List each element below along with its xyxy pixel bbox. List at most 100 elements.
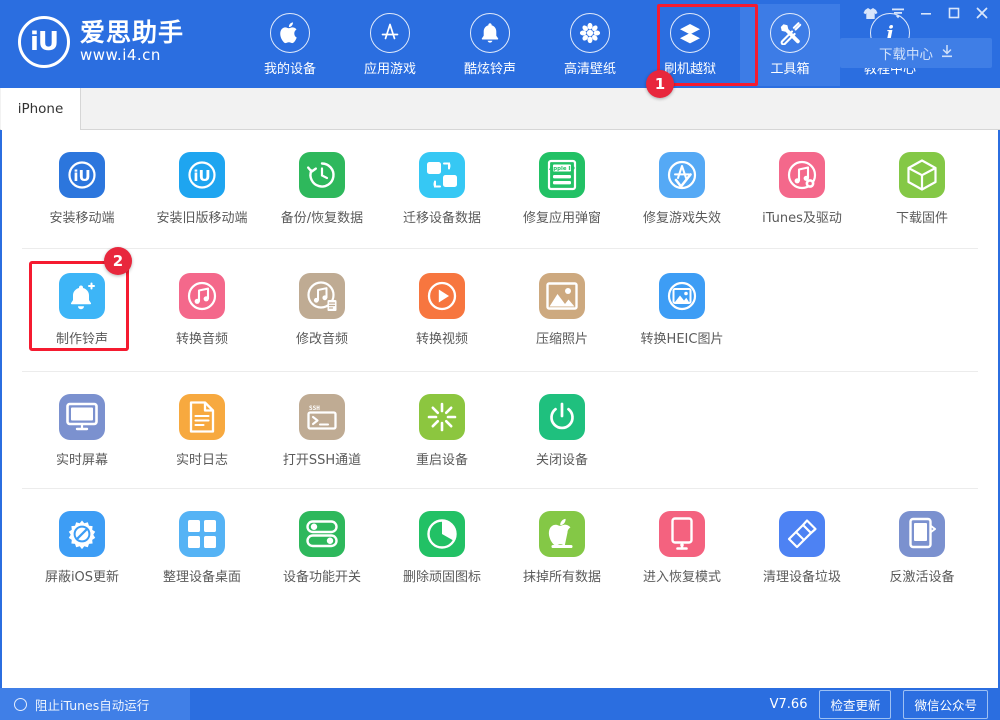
tool-item-label: 安装旧版移动端 [156,207,247,226]
apple-icon [270,13,310,53]
tool-item[interactable]: iTunes及驱动 [742,152,862,226]
nav-item-1[interactable]: 应用游戏 [340,4,440,86]
broom-icon [779,511,825,557]
tool-item-label: 删除顽固图标 [403,566,481,585]
nav-item-3[interactable]: 高清壁纸 [540,4,640,86]
menu-icon[interactable] [884,2,912,24]
bell-icon [470,13,510,53]
toolbox-row-0: iU 安装移动端 iU 安装旧版移动端 备份/恢复数据 迁移设备数据 Apple ID修复应… [2,130,998,248]
tool-item-label: 下载固件 [896,207,948,226]
tool-item[interactable]: 迁移设备数据 [382,152,502,226]
device-tabstrip: iPhone [0,88,1000,130]
heic-convert-icon [659,273,705,319]
block-itunes-toggle[interactable]: 阻止iTunes自动运行 [0,688,190,720]
toolbox-row-1: 制作铃声转换音频 修改音频 转换视频 压缩照片转换HEIC图片 [2,249,998,371]
window-controls [856,2,996,24]
tool-item-label: 转换HEIC图片 [641,328,724,347]
tool-item-label: 转换视频 [416,328,468,347]
close-icon[interactable] [968,2,996,24]
nav-item-label: 刷机越狱 [664,58,716,77]
status-bar-right: V7.66 检查更新 微信公众号 [770,688,988,720]
tool-item-label: 实时屏幕 [56,449,108,468]
tool-item-label: 进入恢复模式 [643,566,721,585]
nav-item-0[interactable]: 我的设备 [240,4,340,86]
tool-item[interactable]: 屏蔽iOS更新 [22,511,142,585]
apple-erase-icon [539,511,585,557]
tool-item[interactable]: 转换HEIC图片 [622,273,742,347]
tool-item[interactable]: iU 安装移动端 [22,152,142,226]
step-badge-1: 1 [646,70,674,98]
box-open-icon [670,13,710,53]
phone-recovery-icon [659,511,705,557]
svg-text:iU: iU [73,167,90,185]
tool-item[interactable]: iU 安装旧版移动端 [142,152,262,226]
tool-item-label: 重启设备 [416,449,468,468]
log-file-icon [179,394,225,440]
tool-item[interactable]: 转换音频 [142,273,262,347]
maximize-icon[interactable] [940,2,968,24]
i4-app-old-icon: iU [179,152,225,198]
toolbox-row-2: 实时屏幕 实时日志 SSH打开SSH通道重启设备 关闭设备 [2,372,998,488]
tool-item-label: 转换音频 [176,328,228,347]
minimize-icon[interactable] [912,2,940,24]
tool-item[interactable]: 压缩照片 [502,273,622,347]
brand-logo[interactable]: iU 爱思助手 www.i4.cn [18,16,184,68]
tool-item[interactable]: 实时日志 [142,394,262,468]
tool-item[interactable]: 备份/恢复数据 [262,152,382,226]
tool-item[interactable]: 整理设备桌面 [142,511,262,585]
gear-block-icon [59,511,105,557]
tool-item[interactable]: 下载固件 [862,152,982,226]
wechat-button[interactable]: 微信公众号 [903,690,988,719]
tool-item[interactable]: 设备功能开关 [262,511,382,585]
video-play-icon [419,273,465,319]
tool-item[interactable]: 转换视频 [382,273,502,347]
itunes-gear-icon [779,152,825,198]
tool-item[interactable]: 重启设备 [382,394,502,468]
tool-item-label: 整理设备桌面 [163,566,241,585]
tool-item[interactable]: 修改音频 [262,273,382,347]
phone-deactivate-icon [899,511,945,557]
tool-item[interactable]: 制作铃声 [22,273,142,347]
tool-item-label: iTunes及驱动 [762,207,842,226]
nav-item-2[interactable]: 酷炫铃声 [440,4,540,86]
download-center-button[interactable]: 下载中心 [840,38,992,68]
skin-icon[interactable] [856,2,884,24]
pie-icon [419,511,465,557]
tool-item[interactable]: 实时屏幕 [22,394,142,468]
tool-item-label: 修改音频 [296,328,348,347]
tool-item[interactable]: Apple ID修复应用弹窗 [502,152,622,226]
tool-item[interactable]: 清理设备垃圾 [742,511,862,585]
cube-icon [899,152,945,198]
tool-item[interactable]: 进入恢复模式 [622,511,742,585]
step-badge-2: 2 [104,247,132,275]
appstore-check-icon [659,152,705,198]
svg-text:Apple ID: Apple ID [549,166,575,172]
tool-item-label: 清理设备垃圾 [763,566,841,585]
tool-item-label: 反激活设备 [889,566,954,585]
toolbox-row-3: 屏蔽iOS更新整理设备桌面 设备功能开关删除顽固图标 抹掉所有数据进入恢复模式 清理设… [2,489,998,607]
version-label: V7.66 [770,697,808,712]
nav-item-label: 酷炫铃声 [464,58,516,77]
tool-item[interactable]: 修复游戏失效 [622,152,742,226]
svg-text:iU: iU [193,167,210,185]
tool-item-label: 关闭设备 [536,449,588,468]
svg-text:SSH: SSH [309,405,320,412]
tool-item-label: 修复游戏失效 [643,207,721,226]
nav-item-5[interactable]: 工具箱 [740,4,840,86]
status-bar: 阻止iTunes自动运行 V7.66 检查更新 微信公众号 [0,688,1000,720]
tool-item[interactable]: SSH打开SSH通道 [262,394,382,468]
download-center-label: 下载中心 [879,43,933,63]
tool-item-label: 备份/恢复数据 [281,207,363,226]
tool-item[interactable]: 反激活设备 [862,511,982,585]
tool-item[interactable]: 抹掉所有数据 [502,511,622,585]
main-nav: 我的设备应用游戏酷炫铃声高清壁纸刷机越狱工具箱i教程中心 [240,4,940,86]
check-update-button[interactable]: 检查更新 [819,690,891,719]
tool-item-label: 实时日志 [176,449,228,468]
tool-item-label: 迁移设备数据 [403,207,481,226]
monitor-icon [59,394,105,440]
tool-item[interactable]: 删除顽固图标 [382,511,502,585]
tool-item-label: 安装移动端 [49,207,114,226]
tool-item[interactable]: 关闭设备 [502,394,622,468]
migrate-icon [419,152,465,198]
tab-iphone[interactable]: iPhone [1,88,81,130]
